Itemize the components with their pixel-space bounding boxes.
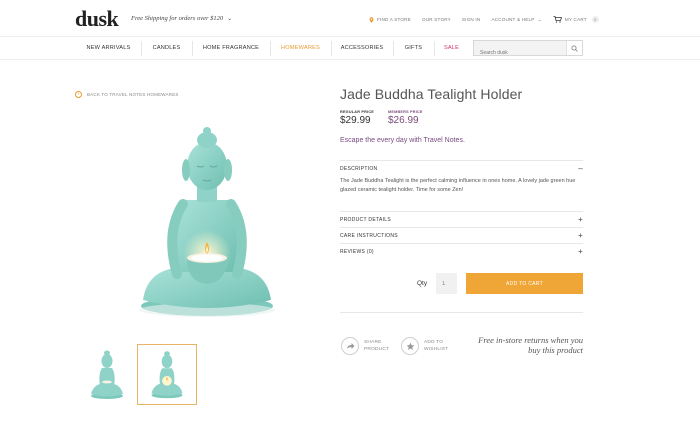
free-returns-note: Free in-store returns when you buy this … [478, 335, 583, 355]
nav-sale[interactable]: SALE [439, 37, 464, 59]
plus-icon: + [578, 247, 583, 256]
description-toggle[interactable]: DESCRIPTION – [340, 161, 583, 176]
location-pin-icon [369, 16, 374, 23]
buddha-figurine-image [139, 127, 275, 317]
search-icon [571, 45, 578, 52]
add-to-wishlist-button[interactable]: ADD TO WISHLIST [401, 337, 448, 355]
nav-divider [331, 41, 332, 56]
reviews-title: REVIEWS (0) [340, 248, 374, 255]
nav-home-fragrance[interactable]: HOME FRAGRANCE [197, 37, 265, 59]
nav-divider [141, 41, 142, 56]
accordion-description: DESCRIPTION – The Jade Buddha Tealight i… [340, 160, 583, 195]
description-text: The Jade Buddha Tealight is the perfect … [340, 178, 576, 193]
thumbnail-1[interactable] [77, 344, 137, 405]
cart-count-badge: 0 [591, 16, 599, 23]
chevron-down-icon: ⌄ [227, 16, 233, 22]
back-link-label: BACK TO TRAVEL NOTES HOMEWARES [87, 92, 179, 97]
share-product-button[interactable]: SHARE PRODUCT [341, 337, 389, 355]
nav-divider [434, 41, 435, 56]
search-box [473, 40, 583, 60]
shipping-promo[interactable]: Free Shipping for orders over $120 ⌄ [131, 15, 232, 22]
regular-price-label: REGULAR PRICE [340, 110, 375, 114]
shipping-text: Free Shipping for orders over $120 [131, 15, 224, 22]
plus-icon: + [578, 231, 583, 240]
nav-divider [192, 41, 193, 56]
account-help-label: ACCOUNT & HELP [491, 17, 535, 22]
nav-candles[interactable]: CANDLES [146, 37, 187, 59]
our-story-link[interactable]: OUR STORY [422, 17, 451, 22]
accordion-reviews[interactable]: REVIEWS (0) + [340, 243, 583, 259]
description-title: DESCRIPTION [340, 165, 378, 172]
nav-divider [393, 41, 394, 56]
add-to-wishlist-label: ADD TO WISHLIST [424, 340, 449, 352]
product-main-image[interactable] [95, 122, 320, 337]
plus-icon: + [578, 215, 583, 224]
qty-label: Qty [417, 280, 428, 287]
divider [340, 312, 583, 313]
qty-input[interactable] [436, 273, 457, 294]
account-help-link[interactable]: ACCOUNT & HELP ⌄ [491, 17, 541, 23]
star-icon [401, 337, 419, 355]
nav-homewares[interactable]: HOMEWARES [275, 37, 326, 59]
accordion-care-instructions[interactable]: CARE INSTRUCTIONS + [340, 227, 583, 243]
utility-links: FIND A STORE OUR STORY SIGN IN ACCOUNT &… [369, 16, 599, 23]
back-link[interactable]: ‹ BACK TO TRAVEL NOTES HOMEWARES [75, 91, 179, 98]
find-store-label: FIND A STORE [377, 17, 411, 22]
chevron-down-icon: ⌄ [537, 16, 542, 23]
product-details-title: PRODUCT DETAILS [340, 216, 391, 223]
chevron-left-icon: ‹ [75, 91, 82, 98]
accordion-product-details[interactable]: PRODUCT DETAILS + [340, 211, 583, 227]
buddha-thumbnail-image [91, 350, 123, 399]
regular-price: $29.99 [340, 115, 371, 126]
product-tagline[interactable]: Escape the every day with Travel Notes. [340, 137, 465, 144]
logo[interactable]: dusk [75, 6, 119, 32]
add-to-cart-button[interactable]: ADD TO CART [466, 273, 583, 294]
member-price: $26.99 [388, 115, 419, 126]
nav-accessories[interactable]: ACCESSORIES [336, 37, 388, 59]
buddha-thumbnail-image [151, 351, 183, 399]
find-store-link[interactable]: FIND A STORE [369, 16, 411, 23]
nav-new-arrivals[interactable]: NEW ARRIVALS [80, 37, 137, 59]
product-title: Jade Buddha Tealight Holder [340, 86, 523, 102]
cart-link[interactable]: MY CART 0 [553, 16, 599, 23]
share-product-label: SHARE PRODUCT [364, 340, 390, 352]
nav-divider [270, 41, 271, 56]
search-button[interactable] [566, 41, 582, 55]
cart-icon [553, 16, 562, 23]
share-arrow-icon [341, 337, 359, 355]
thumbnail-2-selected[interactable] [137, 344, 197, 405]
main-nav: NEW ARRIVALS CANDLES HOME FRAGRANCE HOME… [0, 36, 700, 60]
cart-label: MY CART [564, 17, 587, 22]
search-input[interactable] [474, 46, 566, 60]
member-price-label: MEMBERS PRICE [388, 110, 423, 114]
minus-icon: – [578, 164, 583, 173]
care-instructions-title: CARE INSTRUCTIONS [340, 232, 398, 239]
sign-in-link[interactable]: SIGN IN [462, 17, 481, 22]
nav-gifts[interactable]: GIFTS [398, 37, 429, 59]
